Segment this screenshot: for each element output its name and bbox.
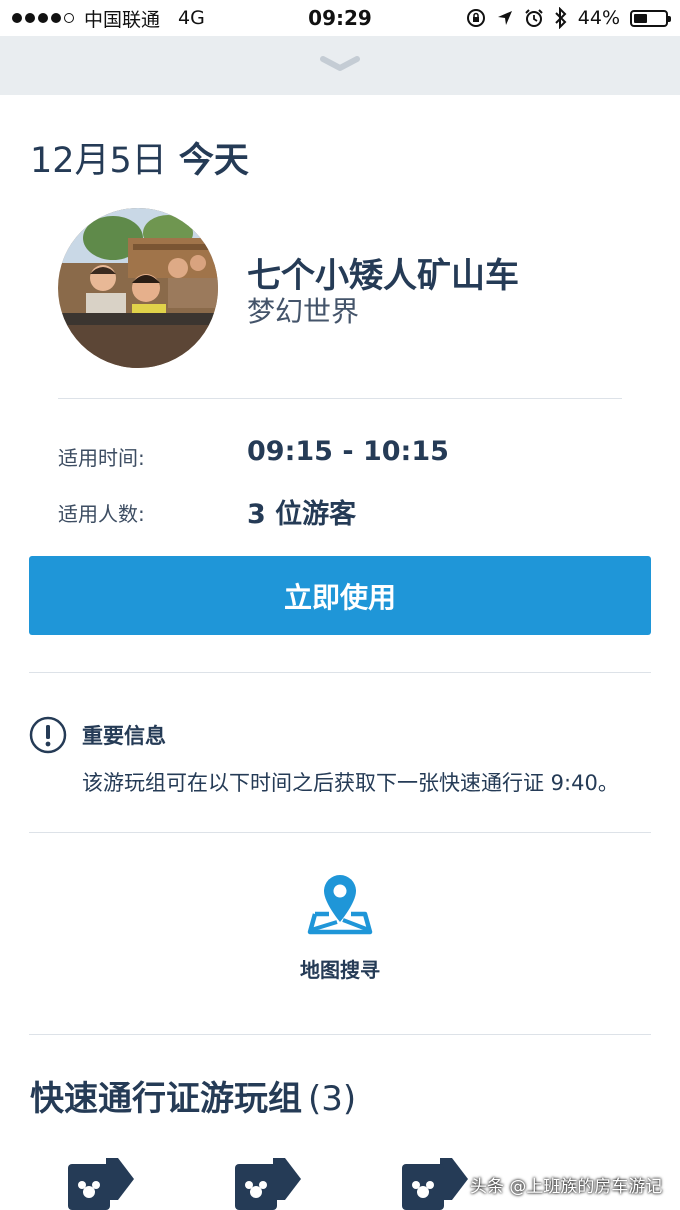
status-bar-right: 44% [466,0,671,36]
fastpass-group-count: (3) [308,1079,357,1119]
alarm-clock-icon [525,9,543,27]
notice-body: 该游玩组可在以下时间之后获取下一张快速通行证 9:40。 [82,771,619,795]
map-pin-icon [307,875,373,935]
ticket-icon[interactable] [400,1150,472,1210]
fastpass-group-title-text: 快速通行证游玩组 [30,1079,302,1119]
ticket-icon[interactable] [233,1150,305,1210]
time-window-label: 适用时间: [58,446,145,470]
time-window-value: 09:15 - 10:15 [247,436,449,467]
sheet-handle-bar[interactable] [0,36,680,95]
location-arrow-icon [497,11,512,25]
attraction-photo [58,208,218,368]
divider [29,832,651,833]
use-now-button[interactable]: 立即使用 [29,556,651,635]
map-search-label: 地图搜寻 [300,958,380,982]
today-label: 今天 [178,141,249,181]
battery-percent: 44% [577,7,620,29]
status-bar: 中国联通 4G 09:29 44% [0,0,680,36]
date-label: 12月5日 [30,141,167,181]
rotation-lock-icon [466,9,485,27]
map-search-button[interactable]: 地图搜寻 [240,870,440,995]
exclamation-circle-icon [29,716,67,754]
chevron-down-icon[interactable] [320,54,360,74]
page-title: 12月5日 今天 [30,132,249,183]
guest-count-label: 适用人数: [58,502,145,526]
attraction-land: 梦幻世界 [247,295,360,328]
notice-title: 重要信息 [82,724,166,748]
bluetooth-icon [555,7,567,29]
divider [58,398,622,399]
battery-icon [630,9,671,27]
guest-count-value: 3 位游客 [247,499,357,530]
battery-level [634,13,647,23]
divider [29,1034,651,1035]
ticket-icon[interactable] [66,1150,138,1210]
fastpass-group-title: 快速通行证游玩组 (3) [30,1071,356,1120]
watermark: 头条 @上班族的房车游记 [470,1177,663,1197]
divider [29,672,651,673]
